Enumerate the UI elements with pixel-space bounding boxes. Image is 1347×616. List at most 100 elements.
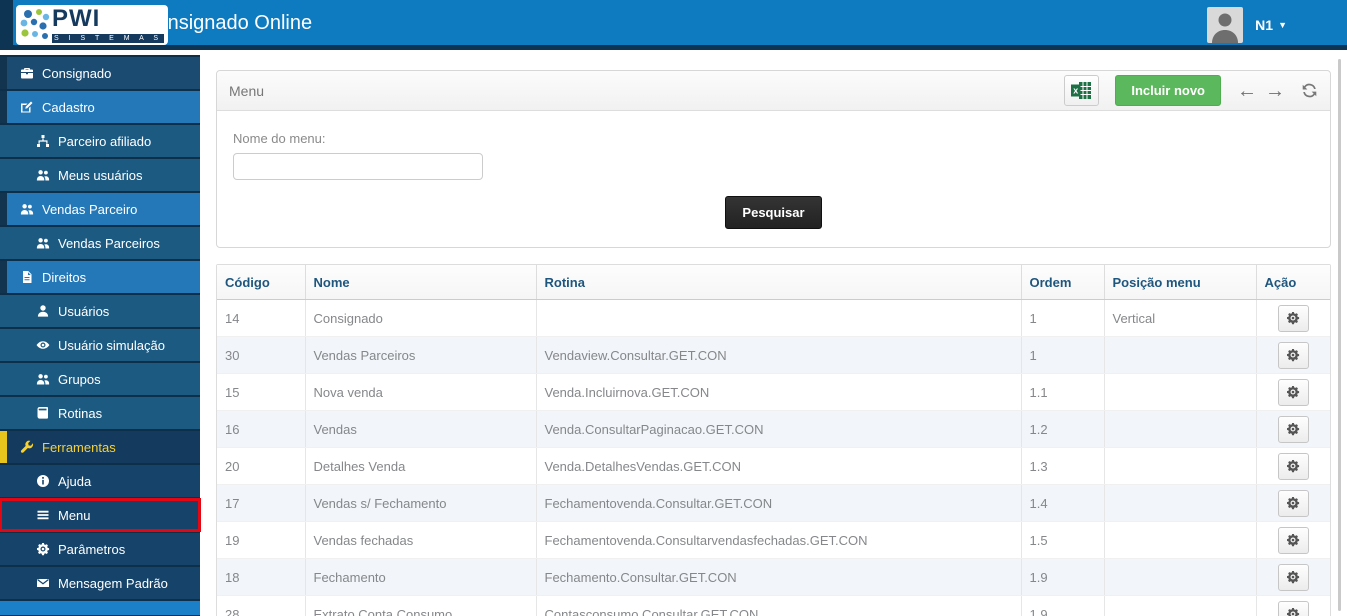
sidebar-item-menu[interactable]: Menu [0, 498, 201, 532]
cell-posicao [1104, 484, 1257, 522]
cell-nome: Consignado [305, 299, 537, 337]
cell-rotina: Fechamento.Consultar.GET.CON [536, 558, 1022, 596]
sidebar-item-label: Vendas Parceiro [42, 201, 138, 217]
sidebar-item-consignado[interactable]: Consignado [0, 57, 200, 89]
gear-icon [1286, 385, 1300, 399]
cell-acao [1256, 373, 1330, 411]
user-icon [35, 304, 50, 319]
sidebar-item-usuarios[interactable]: Usuários [0, 295, 200, 327]
refresh-icon [1302, 83, 1317, 98]
user-name-label: N1 [1255, 17, 1274, 33]
sidebar-item-label: Cadastro [42, 99, 95, 115]
sidebar-item-label: Usuários [58, 303, 110, 319]
search-panel-header: Menu x Incluir novo ← → [217, 71, 1330, 111]
cell-rotina: Vendaview.Consultar.GET.CON [536, 336, 1022, 374]
row-actions-button[interactable] [1277, 563, 1309, 591]
row-actions-button[interactable] [1277, 452, 1309, 480]
incluir-novo-button[interactable]: Incluir novo [1115, 75, 1221, 106]
pesquisar-button[interactable]: Pesquisar [725, 196, 822, 229]
row-actions-button[interactable] [1277, 526, 1309, 554]
cell-acao [1256, 521, 1330, 559]
cell-rotina [536, 299, 1022, 337]
gear-icon [1286, 533, 1300, 547]
table-row: 30 Vendas Parceiros Vendaview.Consultar.GE… [217, 336, 1330, 374]
row-actions-button[interactable] [1277, 489, 1309, 517]
row-actions-button[interactable] [1277, 600, 1309, 616]
app-window: PWI S I S T E M A S Consignado Online N1… [0, 0, 1347, 616]
sidebar-item-ferramentas[interactable]: Ferramentas [0, 431, 200, 463]
gear-icon [1286, 570, 1300, 584]
cell-posicao: Vertical [1104, 299, 1257, 337]
file-icon [19, 270, 34, 285]
sidebar-item-meus-usuarios[interactable]: Meus usuários [0, 159, 200, 191]
table-row: 20 Detalhes Venda Venda.DetalhesVendas.GET… [217, 447, 1330, 485]
sidebar-item-label: Ajuda [58, 473, 92, 489]
users-icon [35, 168, 50, 183]
table-row: 17 Vendas s/ Fechamento Fechamentovenda.Co… [217, 484, 1330, 522]
sidebar-item-parametros[interactable]: Parâmetros [0, 533, 200, 565]
cell-ordem: 1.9 [1021, 558, 1105, 596]
row-actions-button[interactable] [1277, 415, 1309, 443]
gear-icon [1286, 311, 1300, 325]
cell-rotina: Venda.DetalhesVendas.GET.CON [536, 447, 1022, 485]
logo-subtext: S I S T E M A S [52, 34, 164, 43]
row-actions-button[interactable] [1277, 304, 1309, 332]
cell-ordem: 1.4 [1021, 484, 1105, 522]
user-menu[interactable]: N1 ▼ [1255, 17, 1287, 33]
sidebar-item-label: Menu [58, 507, 91, 523]
sidebar-item-grupos[interactable]: Grupos [0, 363, 200, 395]
sidebar-item-parceiro-afiliado[interactable]: Parceiro afiliado [0, 125, 200, 157]
row-actions-button[interactable] [1277, 341, 1309, 369]
gear-icon [1286, 496, 1300, 510]
sidebar-item-vendas-parceiro[interactable]: Vendas Parceiro [0, 193, 200, 225]
gear-icon [35, 542, 50, 557]
cell-nome: Nova venda [305, 373, 537, 411]
table-row: 14 Consignado 1 Vertical [217, 299, 1330, 337]
cell-acao [1256, 447, 1330, 485]
user-avatar[interactable] [1207, 7, 1244, 43]
cell-ordem: 1.5 [1021, 521, 1105, 559]
cell-posicao [1104, 410, 1257, 448]
page-title: Menu [229, 82, 265, 99]
users-icon [19, 202, 34, 217]
cell-ordem: 1.2 [1021, 410, 1105, 448]
header-left-edge [0, 0, 13, 50]
pwi-logo-dots-icon [20, 9, 50, 39]
sidebar-item-label: Parâmetros [58, 541, 126, 557]
cell-acao [1256, 336, 1330, 374]
refresh-button[interactable] [1301, 82, 1318, 99]
vertical-scrollbar[interactable] [1338, 59, 1341, 611]
sidebar-item-label: Consignado [42, 65, 112, 81]
cell-codigo: 18 [217, 558, 306, 596]
sidebar-item-label: Vendas Parceiros [58, 235, 160, 251]
cell-rotina: Venda.Incluirnova.GET.CON [536, 373, 1022, 411]
gear-icon [1286, 607, 1300, 616]
sidebar-item-direitos[interactable]: Direitos [0, 261, 200, 293]
export-excel-button[interactable]: x [1064, 75, 1100, 106]
cell-codigo: 20 [217, 447, 306, 485]
sidebar-item-mensagem-padrao[interactable]: Mensagem Padrão [0, 567, 200, 599]
sidebar-item-rotinas[interactable]: Rotinas [0, 397, 200, 429]
sidebar-item-ajuda[interactable]: Ajuda [0, 465, 200, 497]
sidebar-item-vendas-parceiros[interactable]: Vendas Parceiros [0, 227, 200, 259]
cell-nome: Vendas Parceiros [305, 336, 537, 374]
table-row: 16 Vendas Venda.ConsultarPaginacao.GET.CON… [217, 410, 1330, 448]
person-icon [1207, 7, 1244, 43]
cell-codigo: 30 [217, 336, 306, 374]
sitemap-icon [35, 134, 50, 149]
search-panel: Menu x Incluir novo ← → Nome do menu: Pe… [216, 70, 1331, 248]
prev-arrow-button[interactable]: ← [1237, 81, 1257, 101]
edit-icon [19, 100, 34, 115]
cell-posicao [1104, 558, 1257, 596]
sidebar-item-usuario-simulacao[interactable]: Usuário simulação [0, 329, 200, 361]
sidebar-item-partial[interactable] [0, 601, 200, 615]
sidebar-item-cadastro[interactable]: Cadastro [0, 91, 200, 123]
cell-ordem: 1.9 [1021, 595, 1105, 616]
cell-codigo: 16 [217, 410, 306, 448]
table-row: 18 Fechamento Fechamento.Consultar.GET.CON… [217, 558, 1330, 596]
menu-name-input[interactable] [233, 153, 483, 180]
next-arrow-button[interactable]: → [1265, 81, 1285, 101]
main-content: Menu x Incluir novo ← → Nome do menu: Pe… [200, 55, 1347, 616]
row-actions-button[interactable] [1277, 378, 1309, 406]
cell-codigo: 14 [217, 299, 306, 337]
